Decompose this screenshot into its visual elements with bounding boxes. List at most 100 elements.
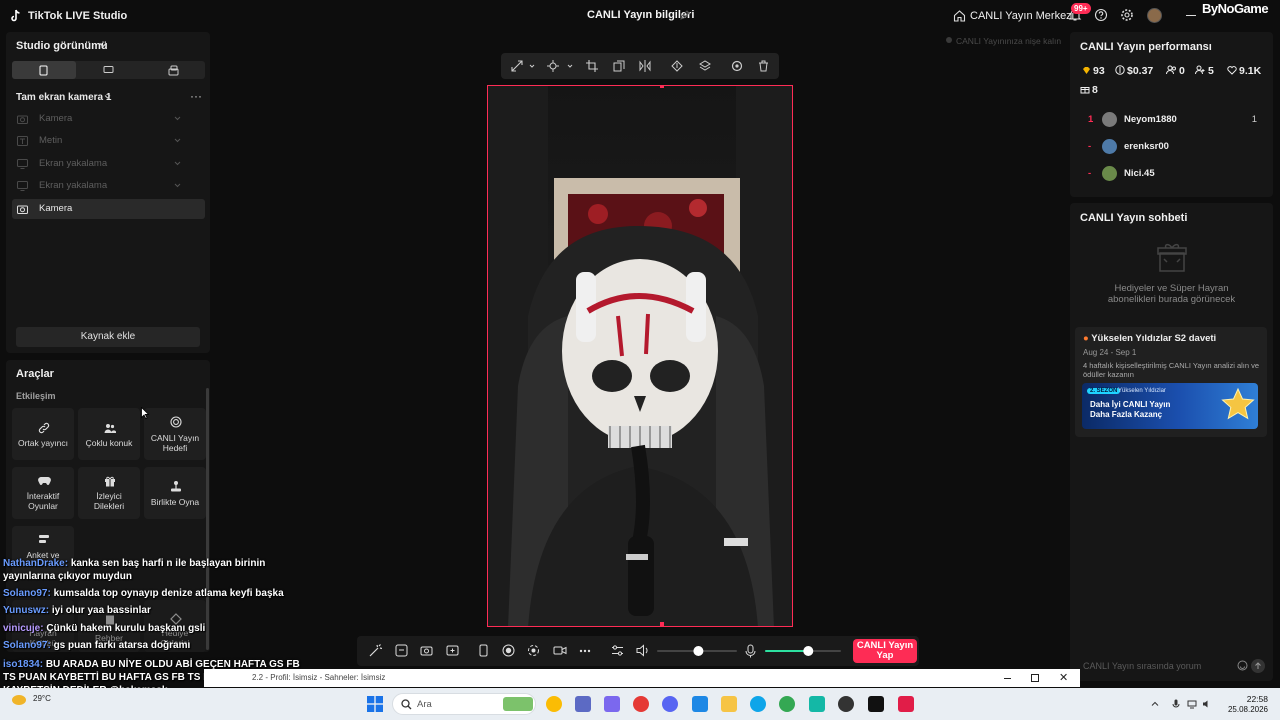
chevron-down-icon[interactable] (174, 116, 181, 121)
tools-scrollbar[interactable] (206, 388, 209, 650)
tool-interactive-games[interactable]: İnteraktif Oyunlar (12, 467, 74, 519)
clock-time[interactable]: 22:58 (1237, 694, 1268, 705)
trash-icon[interactable] (758, 60, 769, 72)
edge-icon[interactable] (750, 696, 766, 712)
opera-icon[interactable] (633, 696, 649, 712)
store-icon[interactable] (575, 696, 591, 712)
chevron-down-icon[interactable] (104, 94, 111, 100)
source-item[interactable]: Ekran yakalama (12, 154, 205, 174)
help-icon[interactable] (1094, 8, 1108, 22)
chat-input[interactable]: CANLI Yayın sırasında yorum (1075, 655, 1267, 677)
chevron-up-icon[interactable] (1150, 699, 1160, 709)
network-icon[interactable] (1187, 699, 1197, 709)
speaker-icon[interactable] (636, 644, 650, 657)
studio-view-title[interactable]: Studio görünümü (16, 40, 108, 52)
microphone-icon[interactable] (745, 644, 756, 658)
mail-icon[interactable] (692, 696, 708, 712)
phone-icon[interactable] (479, 644, 488, 657)
viewers-icon (1166, 65, 1176, 75)
duplicate-icon[interactable] (613, 60, 625, 72)
more-options-icon[interactable]: ··· (190, 89, 202, 103)
resize-handle[interactable] (660, 622, 664, 626)
go-live-button[interactable]: CANLI Yayın Yap (853, 639, 917, 663)
tool-multi-guest[interactable]: Çoklu konuk (78, 408, 140, 460)
chrome-2-icon[interactable] (779, 696, 795, 712)
source-item[interactable]: Ekran yakalama (12, 176, 205, 196)
gifter-row[interactable]: 1 Neyom1880 1 (1088, 112, 1268, 128)
source-item[interactable]: Kamera (12, 109, 205, 129)
file-explorer-icon[interactable] (721, 696, 737, 712)
video-camera-icon[interactable] (553, 644, 567, 657)
snapshot-icon[interactable] (420, 644, 433, 657)
screen-add-icon[interactable] (446, 644, 459, 657)
mixer-sliders-icon[interactable] (611, 644, 624, 657)
send-button[interactable] (1251, 659, 1265, 673)
sticker-icon[interactable] (395, 644, 408, 657)
user-avatar[interactable] (1147, 8, 1162, 23)
diamonds-value: 93 (1093, 65, 1105, 77)
chevron-down-icon[interactable] (174, 183, 181, 188)
minimize-button[interactable] (1186, 15, 1196, 16)
layer-down-icon[interactable] (699, 60, 711, 72)
focus-icon[interactable] (527, 644, 540, 657)
tiktok-studio-icon[interactable] (868, 696, 884, 712)
layer-up-icon[interactable] (671, 60, 683, 72)
weather-sun-icon[interactable] (12, 695, 26, 705)
tool-viewer-wishes[interactable]: İzleyici Dilekleri (78, 467, 140, 519)
rising-stars-promo[interactable]: ● Yükselen Yıldızlar S2 daveti Aug 24 - … (1075, 327, 1267, 437)
crosshair-icon[interactable] (547, 60, 559, 72)
star-icon (1221, 387, 1255, 420)
tool-play-together[interactable]: Birlikte Oyna (144, 467, 206, 519)
discord-icon[interactable] (662, 696, 678, 712)
mic-slider[interactable] (765, 645, 841, 657)
portrait-button[interactable] (12, 61, 76, 79)
more-icon[interactable] (579, 649, 591, 653)
tool-live-goal[interactable]: CANLI Yayın Hedefi (144, 408, 206, 460)
chevron-down-icon[interactable] (99, 41, 107, 49)
emoji-icon[interactable] (1237, 660, 1248, 671)
edit-icon[interactable] (679, 9, 691, 21)
xbox-icon[interactable] (809, 696, 825, 712)
obs-icon[interactable] (838, 696, 854, 712)
resize-icon[interactable] (511, 60, 523, 72)
add-source-button[interactable]: Kaynak ekle (16, 327, 200, 347)
promo-banner[interactable]: 2. SEZON Yükselen Yıldızlar Daha İyi CAN… (1082, 383, 1258, 429)
obs-maximize-button[interactable] (1031, 674, 1039, 682)
source-item[interactable]: Metin (12, 131, 205, 151)
chevron-down-icon[interactable] (567, 64, 573, 69)
settings-icon[interactable] (731, 60, 743, 72)
gifter-row[interactable]: - Nici.45 (1088, 166, 1268, 182)
windows-start-icon[interactable] (367, 696, 383, 712)
obs-minimize-button[interactable] (1004, 678, 1011, 679)
scene-title[interactable]: Tam ekran kamera 1 (16, 92, 111, 103)
settings-gear-icon[interactable] (1120, 8, 1134, 22)
media-player-icon[interactable] (898, 696, 914, 712)
chevron-down-icon[interactable] (529, 64, 535, 69)
chat-username: vinicuje: (3, 623, 44, 634)
home-icon[interactable] (953, 9, 966, 22)
flip-icon[interactable] (639, 60, 651, 72)
chevron-down-icon[interactable] (174, 138, 181, 143)
mic-tray-icon[interactable] (1171, 699, 1181, 709)
volume-slider[interactable] (657, 645, 737, 657)
joystick-icon (171, 481, 181, 492)
chevron-down-icon[interactable] (174, 161, 181, 166)
obs-close-button[interactable]: ✕ (1059, 671, 1068, 684)
dual-layout-button[interactable] (141, 61, 205, 79)
gifter-row[interactable]: - erenksr00 (1088, 139, 1268, 155)
source-item[interactable]: Kamera (12, 199, 205, 219)
landscape-button[interactable] (76, 61, 140, 79)
magic-wand-icon[interactable] (369, 644, 382, 657)
crop-icon[interactable] (586, 60, 598, 72)
record-icon[interactable] (502, 644, 515, 657)
resize-handle[interactable] (660, 86, 664, 88)
weather-temperature[interactable]: 29°C (33, 694, 51, 703)
taskbar-search[interactable]: Ara (392, 693, 536, 715)
chrome-icon[interactable] (546, 696, 562, 712)
teams-icon[interactable] (604, 696, 620, 712)
clock-date[interactable]: 25.08.2026 (1214, 705, 1268, 714)
tool-co-host[interactable]: Ortak yayıncı (12, 408, 74, 460)
camera-preview[interactable] (487, 85, 793, 627)
volume-tray-icon[interactable] (1202, 699, 1212, 709)
live-center-link[interactable]: CANLI Yayın Merkezi (970, 10, 1074, 22)
